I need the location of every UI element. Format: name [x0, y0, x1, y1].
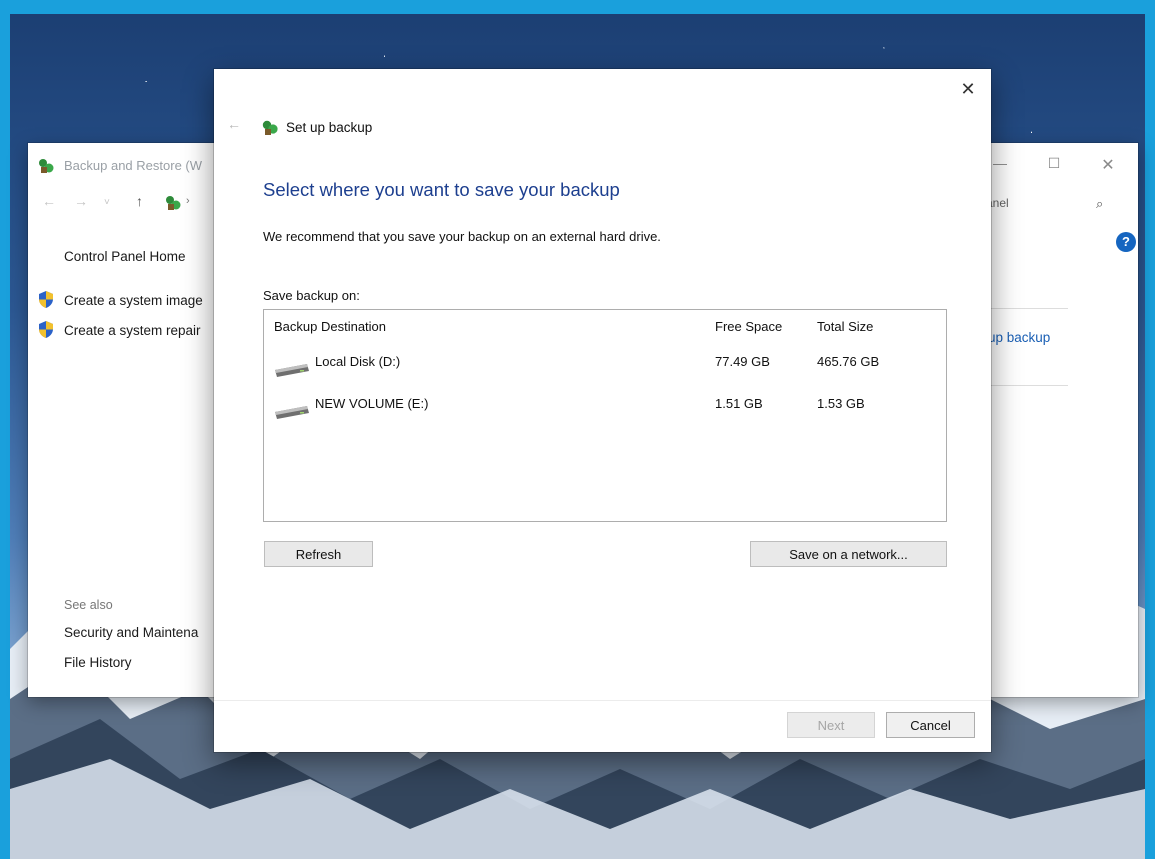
- dialog-title: Set up backup: [286, 120, 373, 135]
- backup-destination-list[interactable]: Backup Destination Free Space Total Size…: [263, 309, 947, 522]
- drive-name: Local Disk (D:): [315, 354, 401, 369]
- see-also-label: See also: [64, 598, 113, 612]
- column-header-free-space[interactable]: Free Space: [715, 319, 782, 334]
- refresh-button[interactable]: Refresh: [264, 541, 373, 567]
- uac-shield-icon: [39, 321, 53, 338]
- search-icon[interactable]: ⌕: [1096, 196, 1103, 212]
- list-item-drive-e[interactable]: NEW VOLUME (E:) 1.51 GB 1.53 GB: [265, 390, 945, 426]
- drive-free-space: 77.49 GB: [715, 354, 770, 369]
- divider: [988, 308, 1068, 309]
- drive-total-size: 1.53 GB: [817, 396, 865, 411]
- drive-total-size: 465.76 GB: [817, 354, 880, 369]
- up-arrow-icon[interactable]: ↑: [136, 193, 143, 209]
- control-panel-title: Backup and Restore (W: [64, 158, 203, 173]
- save-on-network-button[interactable]: Save on a network...: [750, 541, 947, 567]
- recommendation-text: We recommend that you save your backup o…: [263, 229, 661, 244]
- back-arrow-icon[interactable]: ←: [227, 116, 241, 132]
- backup-restore-icon: [39, 159, 54, 173]
- backup-restore-icon: [262, 120, 278, 135]
- divider: [988, 385, 1068, 386]
- create-system-image-link[interactable]: Create a system image: [64, 293, 203, 308]
- save-backup-on-label: Save backup on:: [263, 288, 360, 303]
- hard-drive-icon: [275, 406, 309, 419]
- address-backup-icon: [166, 196, 181, 210]
- breadcrumb-separator: ›: [186, 195, 190, 207]
- next-button[interactable]: Next: [787, 712, 875, 738]
- footer-divider: [214, 700, 991, 701]
- drive-free-space: 1.51 GB: [715, 396, 763, 411]
- forward-arrow-icon[interactable]: →: [74, 193, 88, 209]
- control-panel-home-link[interactable]: Control Panel Home: [64, 249, 186, 264]
- security-maintenance-link[interactable]: Security and Maintena: [64, 625, 198, 640]
- file-history-link[interactable]: File History: [64, 655, 132, 670]
- close-icon[interactable]: ✕: [954, 75, 982, 103]
- page-heading: Select where you want to save your backu…: [263, 179, 620, 200]
- maximize-button[interactable]: ☐: [1034, 155, 1074, 172]
- set-up-backup-dialog: ✕ ← Set up backup Select where you want …: [214, 69, 991, 752]
- column-header-total-size[interactable]: Total Size: [817, 319, 873, 334]
- close-window-button[interactable]: ✕: [1088, 155, 1128, 175]
- set-up-backup-link[interactable]: up backup: [988, 330, 1050, 345]
- column-header-destination[interactable]: Backup Destination: [274, 319, 386, 334]
- create-repair-disc-link[interactable]: Create a system repair: [64, 323, 201, 338]
- drive-name: NEW VOLUME (E:): [315, 396, 429, 411]
- uac-shield-icon: [39, 291, 53, 308]
- cancel-button[interactable]: Cancel: [886, 712, 975, 738]
- recent-locations-icon[interactable]: ˅: [104, 197, 110, 208]
- help-icon[interactable]: ?: [1116, 232, 1136, 252]
- back-arrow-icon[interactable]: ←: [42, 193, 56, 209]
- list-item-drive-d[interactable]: Local Disk (D:) 77.49 GB 465.76 GB: [265, 348, 945, 384]
- hard-drive-icon: [275, 364, 309, 377]
